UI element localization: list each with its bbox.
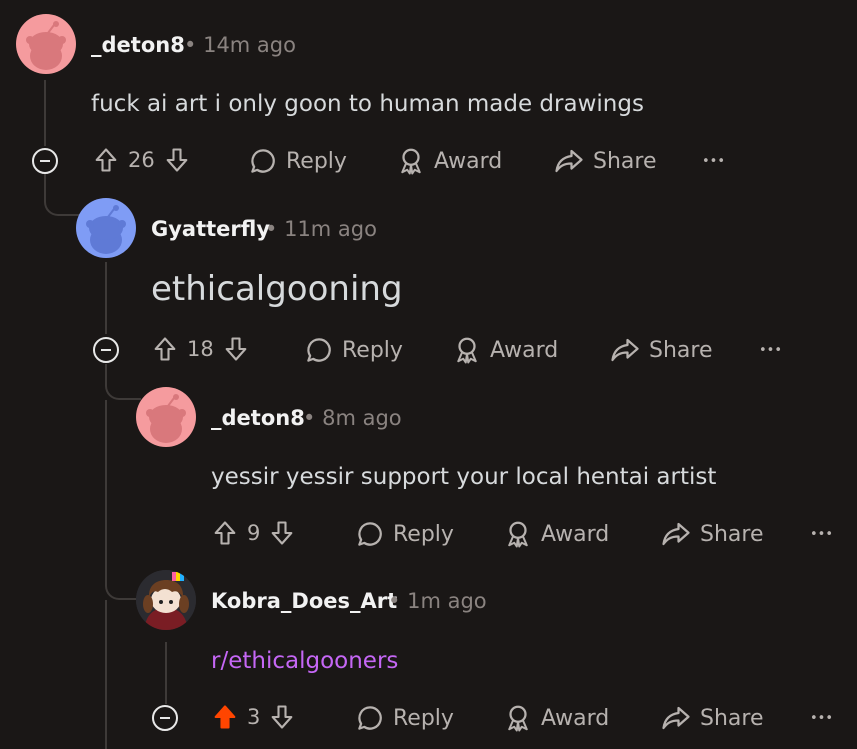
comment-timestamp[interactable]: 14m ago [203,33,296,57]
vote-score: 9 [247,521,261,545]
reply-label: Reply [342,337,403,363]
reply-button[interactable]: Reply [355,703,454,733]
share-button[interactable]: Share [660,519,764,549]
comment-body: fuck ai art i only goon to human made dr… [91,91,644,117]
award-button[interactable]: Award [452,335,558,365]
user-avatar[interactable] [76,198,136,258]
award-icon [401,148,421,175]
comment-timestamp[interactable]: 11m ago [284,217,377,241]
award-label: Award [541,705,610,731]
separator-dot: • [388,589,401,613]
downvote-icon[interactable] [163,146,191,174]
downvote-icon[interactable] [222,335,250,363]
share-icon [555,149,583,173]
award-button[interactable]: Award [503,703,609,733]
separator-dot: • [184,33,197,57]
upvote-icon[interactable] [151,335,179,363]
award-label: Award [434,148,503,174]
separator-dot: • [265,217,278,241]
comment-timestamp[interactable]: 1m ago [407,589,487,613]
downvote-icon[interactable] [268,519,296,547]
user-avatar[interactable] [16,14,76,74]
award-button[interactable]: Award [503,519,609,549]
comment-meta: • 14m ago [184,33,296,57]
collapse-button[interactable] [93,337,119,363]
thread-line[interactable] [165,642,167,704]
subreddit-link[interactable]: r/ethicalgooners [211,648,398,674]
thread-connector [105,400,141,600]
thread-connector [105,364,141,400]
comment-author[interactable]: Gyatterfly [151,217,270,241]
comment-meta: • 1m ago [388,589,487,613]
snoo-blue-avatar-icon [76,198,136,258]
award-button[interactable]: Award [396,146,502,176]
share-icon [662,522,690,546]
more-options-button[interactable]: ••• [810,527,833,542]
reply-button[interactable]: Reply [304,335,403,365]
comment-bubble-icon [358,706,382,730]
custom-character-avatar-icon [136,570,196,630]
more-options-button[interactable]: ••• [759,343,782,358]
vote-group: 26 [92,146,191,174]
comment-meta: • 11m ago [265,217,377,241]
award-label: Award [541,521,610,547]
comment-meta: • 8m ago [303,406,402,430]
vote-group: 18 [151,335,250,363]
comment-body: ethicalgooning [151,269,403,309]
share-button[interactable]: Share [553,146,657,176]
more-options-button[interactable]: ••• [810,711,833,726]
upvote-icon[interactable] [211,519,239,547]
more-options-button[interactable]: ••• [702,154,725,169]
comment-author[interactable]: _deton8 [91,33,185,57]
comment-bubble-icon [251,149,275,173]
user-avatar[interactable] [136,387,196,447]
thread-line[interactable] [105,600,107,749]
award-icon [457,337,477,364]
award-icon [508,705,528,732]
comment-bubble-icon [307,338,331,362]
award-icon [508,521,528,548]
share-label: Share [593,148,657,174]
reply-label: Reply [286,148,347,174]
share-label: Share [700,705,764,731]
downvote-icon[interactable] [268,703,296,731]
reply-label: Reply [393,521,454,547]
comment-timestamp[interactable]: 8m ago [322,406,402,430]
share-label: Share [700,521,764,547]
thread-line[interactable] [105,262,107,334]
comment-thread: _deton8 • 14m ago fuck ai art i only goo… [0,0,857,749]
share-icon [662,706,690,730]
reply-button[interactable]: Reply [355,519,454,549]
separator-dot: • [303,406,316,430]
reply-label: Reply [393,705,454,731]
snoo-pink-avatar-icon [136,387,196,447]
vote-group: 9 [211,519,296,547]
share-button[interactable]: Share [660,703,764,733]
reply-button[interactable]: Reply [248,146,347,176]
comment-body: yessir yessir support your local hentai … [211,464,717,490]
thread-connector [44,174,80,216]
user-avatar[interactable] [136,570,196,630]
award-label: Award [490,337,559,363]
upvote-filled-icon[interactable] [211,703,239,731]
vote-score: 3 [247,705,261,729]
vote-group: 3 [211,703,296,731]
vote-score: 26 [128,148,155,172]
comment-bubble-icon [358,522,382,546]
share-icon [611,338,639,362]
comment-author[interactable]: _deton8 [211,406,305,430]
collapse-button[interactable] [152,705,178,731]
share-button[interactable]: Share [609,335,713,365]
snoo-pink-avatar-icon [16,14,76,74]
thread-line[interactable] [44,80,46,146]
comment-author[interactable]: Kobra_Does_Art [211,589,397,613]
share-label: Share [649,337,713,363]
vote-score: 18 [187,337,214,361]
upvote-icon[interactable] [92,146,120,174]
collapse-button[interactable] [32,148,58,174]
